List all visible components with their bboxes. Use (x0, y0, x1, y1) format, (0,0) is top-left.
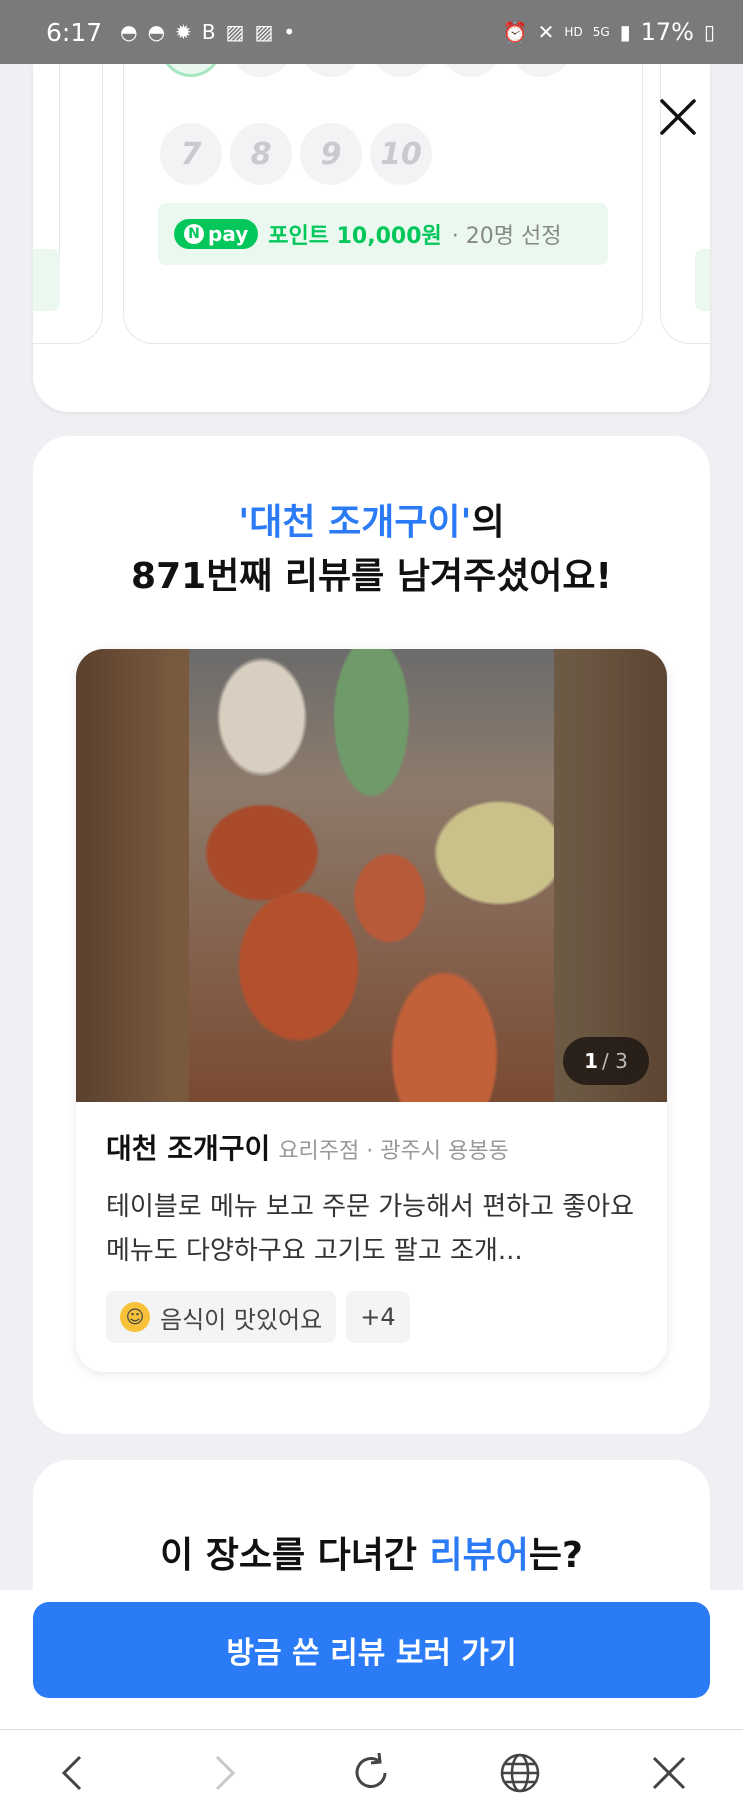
number-circle: 7 (160, 123, 222, 185)
5g-icon: 5G (592, 25, 610, 39)
settings-icon: ✹ (175, 20, 192, 44)
close-icon (652, 1756, 685, 1790)
reviewer-title: 이 장소를 다녀간 리뷰어는? (33, 1526, 710, 1578)
forward-arrow-icon (215, 1755, 236, 1791)
npay-winners: · 20명 선정 (451, 224, 562, 249)
review-complete-section: '대천 조개구이'의 871번째 리뷰를 남겨주셨어요! 1 / 3 대천 조개… (33, 436, 710, 1434)
number-row: 2 3 4 5 6 (160, 64, 572, 77)
browser-nav-bar (0, 1729, 743, 1816)
event-section: 2 3 4 5 6 7 8 9 10 N pay 포인트 10,000원 · 2… (33, 64, 710, 412)
close-button[interactable] (653, 92, 703, 142)
review-photo-carousel[interactable]: 1 / 3 (76, 649, 667, 1102)
place-meta: 요리주점 · 광주시 용봉동 (278, 1139, 509, 1164)
prev-event-card[interactable] (33, 64, 103, 344)
status-right: ⏰ ✕ HD 5G ▮ 17% ▯ (503, 18, 715, 46)
npay-reward-bar: N pay 포인트 10,000원 · 20명 선정 (158, 203, 608, 265)
status-time: 6:17 (46, 17, 103, 47)
reload-icon (356, 1752, 387, 1788)
npay-n-icon: N (184, 224, 204, 244)
event-card[interactable]: 2 3 4 5 6 7 8 9 10 N pay 포인트 10,000원 · 2… (123, 64, 643, 344)
photo-counter-current: 1 (584, 1049, 599, 1073)
smile-emoji-icon: ☺ (120, 1302, 150, 1332)
back-button[interactable] (44, 1743, 104, 1803)
review-text: 테이블로 메뉴 보고 주문 가능해서 편하고 좋아요 메뉴도 다양하구요 고기도… (106, 1192, 634, 1266)
close-tab-button[interactable] (639, 1743, 699, 1803)
place-name: 대천 조개구이 (106, 1132, 271, 1165)
number-circle: 2 (230, 64, 292, 77)
npay-point: 포인트 10,000원 (268, 224, 442, 249)
hd-voice-icon: HD (564, 25, 583, 39)
photo-counter-total: / 3 (602, 1049, 628, 1073)
review-card[interactable]: 1 / 3 대천 조개구이 요리주점 · 광주시 용봉동 테이블로 메뉴 보고 … (76, 649, 667, 1372)
review-headline: '대천 조개구이'의 871번째 리뷰를 남겨주셨어요! (33, 496, 710, 604)
headline-place: '대천 조개구이' (238, 502, 472, 543)
review-card-info: 대천 조개구이 요리주점 · 광주시 용봉동 테이블로 메뉴 보고 주문 가능해… (106, 1127, 646, 1343)
globe-button[interactable] (490, 1743, 550, 1803)
mute-icon: ✕ (537, 20, 555, 44)
signal-icon: ▮ (619, 20, 631, 44)
reviewer-title-suffix: 는? (528, 1535, 583, 1576)
number-circle: 4 (370, 64, 432, 77)
number-circle: 3 (300, 64, 362, 77)
reviewer-title-prefix: 이 장소를 다녀간 (160, 1535, 430, 1576)
headline-suffix: 의 (471, 502, 505, 543)
place-line: 대천 조개구이 요리주점 · 광주시 용봉동 (106, 1127, 646, 1167)
next-card-reward-bar (695, 249, 710, 311)
b-app-icon: B (201, 20, 216, 44)
notification-icon: ◓ (120, 20, 138, 44)
back-arrow-icon (62, 1755, 82, 1791)
number-row: 7 8 9 10 (160, 123, 432, 185)
status-left: 6:17 ◓ ◓ ✹ B ▨ ▨ • (46, 18, 295, 47)
reload-button[interactable] (341, 1743, 401, 1803)
cta-container: 방금 쓴 리뷰 보러 가기 (0, 1590, 743, 1730)
number-circle: 9 (300, 123, 362, 185)
notification-icon: ◓ (147, 20, 166, 44)
globe-icon (500, 1753, 540, 1793)
review-photo (189, 649, 554, 1102)
keyword-tags: ☺ 음식이 맛있어요 +4 (106, 1291, 646, 1343)
stripe-icon: ▨ (225, 20, 245, 44)
npay-logo: N pay (174, 219, 259, 249)
npay-logo-text: pay (208, 222, 249, 246)
keyword-tag-label: 음식이 맛있어요 (160, 1305, 323, 1334)
forward-button[interactable] (193, 1743, 253, 1803)
battery-percent: 17% (640, 18, 694, 46)
view-review-button[interactable]: 방금 쓴 리뷰 보러 가기 (33, 1602, 710, 1698)
number-circle-checked (160, 64, 222, 77)
keyword-tag-more: +4 (346, 1291, 410, 1343)
headline-line2: 871번째 리뷰를 남겨주셨어요! (131, 556, 612, 597)
stripe-icon: ▨ (254, 20, 274, 44)
dot-icon: • (283, 20, 296, 44)
number-circle: 6 (510, 64, 572, 77)
alarm-icon: ⏰ (502, 20, 528, 44)
number-circle: 8 (230, 123, 292, 185)
reviewer-title-accent: 리뷰어 (429, 1535, 529, 1576)
number-circle: 10 (370, 123, 432, 185)
keyword-tag: ☺ 음식이 맛있어요 (106, 1291, 337, 1343)
status-bar: 6:17 ◓ ◓ ✹ B ▨ ▨ • ⏰ ✕ HD 5G ▮ 17% ▯ (0, 0, 743, 64)
photo-counter: 1 / 3 (563, 1037, 649, 1085)
battery-icon: ▯ (703, 20, 715, 44)
prev-card-reward-bar (33, 249, 60, 311)
close-icon (660, 99, 696, 135)
headline-line1: '대천 조개구이'의 (33, 496, 710, 550)
number-circle: 5 (440, 64, 502, 77)
